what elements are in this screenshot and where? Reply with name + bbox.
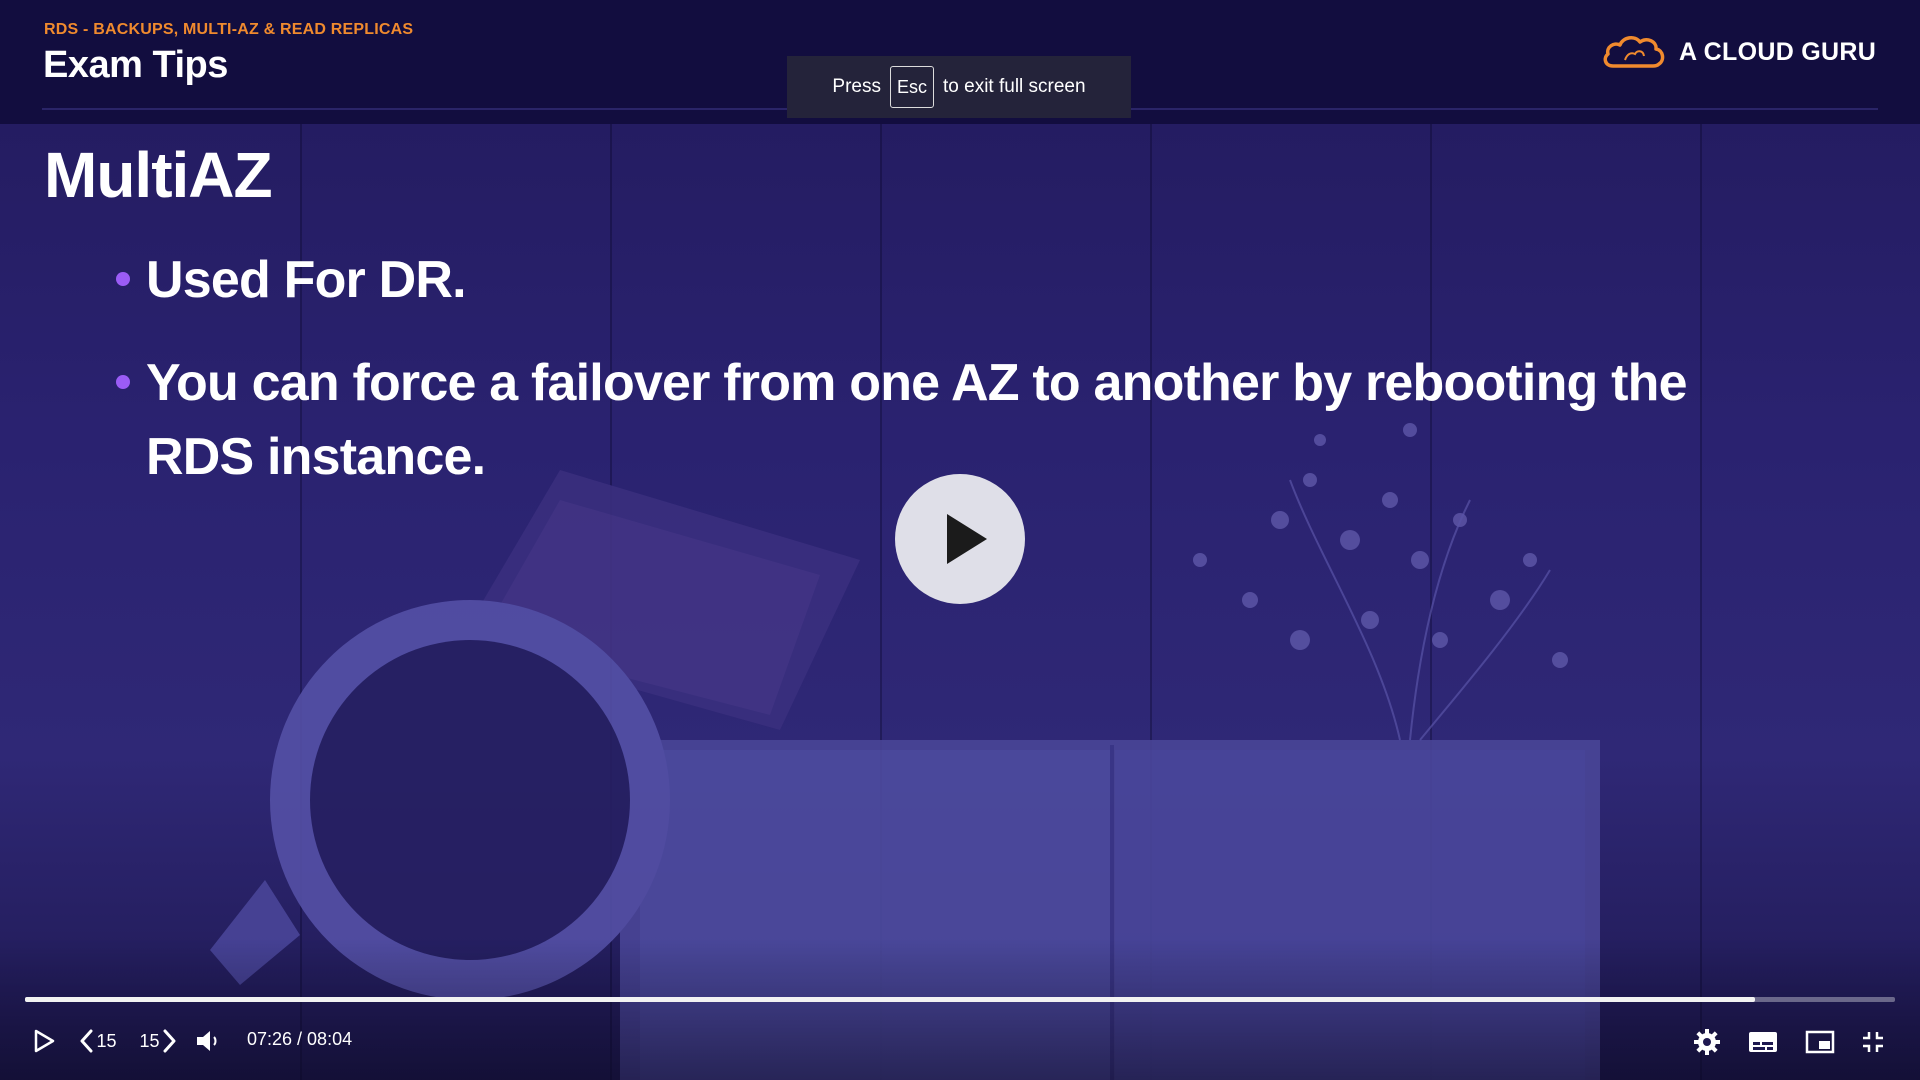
exit-fullscreen-icon — [1863, 1032, 1883, 1052]
controls-shade — [0, 940, 1920, 1080]
toast-prefix: Press — [832, 76, 881, 97]
play-icon — [34, 1029, 55, 1053]
header-title: Exam Tips — [43, 44, 228, 86]
slide-title: MultiAZ — [44, 139, 273, 211]
volume-icon — [197, 1031, 217, 1051]
bullet-text: You can force a failover from one AZ to … — [146, 354, 1688, 486]
chevron-left-icon — [80, 1029, 93, 1053]
skip-forward-button[interactable]: 15 — [136, 1025, 180, 1057]
video-player[interactable]: RDS - BACKUPS, MULTI-AZ & READ REPLICAS … — [0, 0, 1920, 1080]
bullet-item: Used For DR. — [116, 243, 1726, 317]
brand-logo: A CLOUD GURU — [1601, 30, 1876, 74]
play-button[interactable] — [28, 1025, 60, 1057]
bullet-item: You can force a failover from one AZ to … — [116, 346, 1726, 494]
cloud-logo-icon — [1603, 36, 1665, 68]
toast-suffix: to exit full screen — [943, 76, 1086, 97]
captions-icon — [1749, 1032, 1777, 1052]
brand-name: A CLOUD GURU — [1679, 37, 1877, 66]
skip-back-button[interactable]: 15 — [76, 1025, 120, 1057]
breadcrumb: RDS - BACKUPS, MULTI-AZ & READ REPLICAS — [44, 21, 414, 38]
bullet-dot — [116, 375, 130, 389]
bullet-text: Used For DR. — [146, 251, 467, 309]
chevron-right-icon — [163, 1029, 176, 1053]
pip-button[interactable] — [1802, 1025, 1838, 1059]
fullscreen-toast: Press Esc to exit full screen — [787, 56, 1131, 118]
skip-forward-label: 15 — [139, 1030, 160, 1051]
esc-key: Esc — [889, 66, 934, 108]
captions-button[interactable] — [1745, 1025, 1781, 1059]
bullet-dot — [116, 272, 130, 286]
progress-fill — [25, 997, 1755, 1002]
big-play-button[interactable] — [895, 474, 1025, 604]
picture-in-picture-icon — [1805, 1030, 1835, 1054]
volume-button[interactable] — [193, 1025, 225, 1057]
skip-back-label: 15 — [96, 1030, 117, 1051]
settings-button[interactable] — [1690, 1025, 1724, 1059]
exit-fullscreen-button[interactable] — [1856, 1025, 1890, 1059]
progress-bar[interactable] — [25, 997, 1895, 1002]
gear-icon — [1694, 1029, 1720, 1055]
time-display: 07:26 / 08:04 — [247, 1029, 353, 1049]
